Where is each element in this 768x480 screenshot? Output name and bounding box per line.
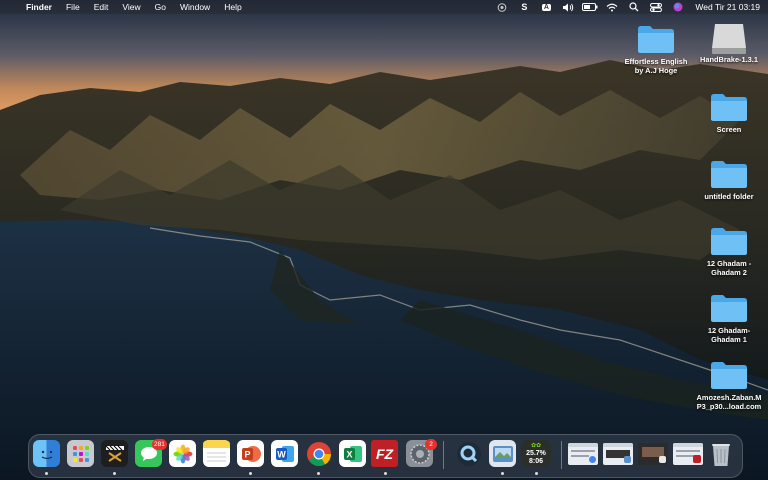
desktop-folder-amozesh-zaban[interactable]: Amozesh.Zaban.M P3_p30...load.com [692,360,766,411]
dock-separator [443,441,444,469]
volume-icon[interactable] [557,0,579,14]
svg-text:W: W [277,449,286,459]
menu-edit[interactable]: Edit [87,0,116,14]
finder-app-icon[interactable] [33,440,60,467]
word-app-icon[interactable]: W [271,440,298,467]
menu-file[interactable]: File [59,0,87,14]
folder-icon [710,360,748,390]
menu-bar: Finder File Edit View Go Window Help S A [0,0,768,14]
cpu-usage-text: 25.7% [526,449,546,457]
trash-icon[interactable] [707,440,734,467]
running-indicator [113,472,116,475]
system-preferences-badge: 2 [425,439,437,450]
desktop-folder-screen[interactable]: Screen [692,92,766,134]
chrome-app-icon[interactable] [305,440,332,467]
battery-icon[interactable] [579,0,601,14]
desktop-folder-untitled[interactable]: untitled folder [692,159,766,201]
s-app-icon[interactable]: S [513,0,535,14]
window-thumbnail-2[interactable] [603,443,633,465]
disk-image-icon [710,22,748,54]
launchpad-app-icon[interactable] [67,440,94,467]
excel-app-icon[interactable]: X [339,440,366,467]
folder-label: Screen [716,125,742,134]
window-thumbnail-1[interactable] [568,443,598,465]
spotlight-search-icon[interactable] [623,0,645,14]
uptime-text: 8:06 [528,457,543,465]
quicktime-app-icon[interactable] [455,440,482,467]
running-indicator [535,472,538,475]
activity-monitor-app-icon[interactable]: ✿✿ 25.7% 8:06 [521,440,551,467]
running-indicator [45,472,48,475]
messages-unread-badge: 281 [152,439,167,450]
folder-label: Amozesh.Zaban.M P3_p30...load.com [696,393,762,411]
preview-app-icon[interactable] [489,440,516,467]
running-indicator [384,472,387,475]
screen-mirror-icon[interactable] [491,0,513,14]
folder-label: 12 Ghadam - Ghadam 2 [706,259,752,277]
dock-separator [561,441,562,469]
filezilla-app-icon[interactable]: FZ [371,440,398,467]
menu-view[interactable]: View [115,0,147,14]
input-source-a-icon[interactable]: A [535,0,557,14]
folder-icon [710,226,748,256]
running-indicator [501,472,504,475]
folder-label: Effortless English by A.J Hoge [624,57,688,75]
folder-icon [637,24,675,54]
plant-icon: ✿✿ [530,442,542,449]
control-center-icon[interactable] [645,0,667,14]
running-indicator [249,472,252,475]
menu-window[interactable]: Window [173,0,217,14]
desktop-folder-12-ghadam-1[interactable]: 12 Ghadam- Ghadam 1 [692,293,766,344]
notes-app-icon[interactable] [203,440,230,467]
window-thumbnail-3[interactable] [638,443,668,465]
desktop-folder-12-ghadam-2[interactable]: 12 Ghadam - Ghadam 2 [692,226,766,277]
disk-label: HandBrake-1.3.1 [700,55,758,64]
svg-text:X: X [346,449,352,459]
siri-icon[interactable] [667,0,689,14]
folder-label: 12 Ghadam- Ghadam 1 [707,326,751,344]
svg-text:P: P [244,449,250,459]
wifi-icon[interactable] [601,0,623,14]
menu-bar-clock[interactable]: Wed Tir 21 03:19 [695,2,760,12]
photos-app-icon[interactable] [169,440,196,467]
menu-help[interactable]: Help [217,0,248,14]
folder-icon [710,159,748,189]
powerpoint-app-icon[interactable]: P [237,440,264,467]
app-menu-finder[interactable]: Finder [22,0,59,14]
running-indicator [317,472,320,475]
folder-label: untitled folder [704,192,754,201]
window-thumbnail-4[interactable] [673,443,703,465]
folder-icon [710,293,748,323]
desktop-disk-handbrake[interactable]: HandBrake-1.3.1 [692,22,766,64]
menu-go[interactable]: Go [148,0,173,14]
final-cut-app-icon[interactable] [101,440,128,467]
desktop-folder-effortless-english[interactable]: Effortless English by A.J Hoge [619,24,693,75]
folder-icon [710,92,748,122]
